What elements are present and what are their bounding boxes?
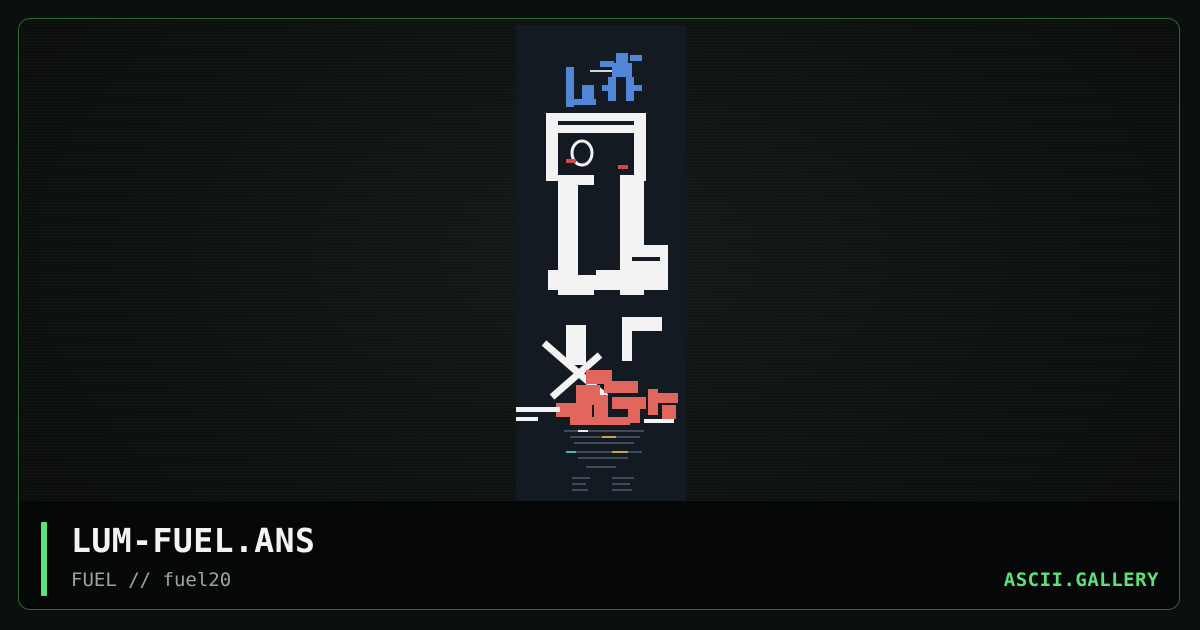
site-brand[interactable]: ASCII.GALLERY [1004,569,1159,591]
artwork-title: LUM-FUEL.ANS [71,521,316,560]
blue-figure-graphic [566,53,642,107]
artwork-byline: FUEL // fuel20 [71,569,232,591]
art-info-text-graphic [564,430,644,491]
footer-bar: LUM-FUEL.ANS FUEL // fuel20 ASCII.GALLER… [19,501,1179,609]
accent-bar [41,522,47,596]
og-card: LUM-FUEL.ANS FUEL // fuel20 ASCII.GALLER… [18,18,1180,610]
white-figure-graphic [546,113,668,365]
ansi-art-image [516,53,686,491]
ansi-art-preview[interactable] [516,25,686,503]
